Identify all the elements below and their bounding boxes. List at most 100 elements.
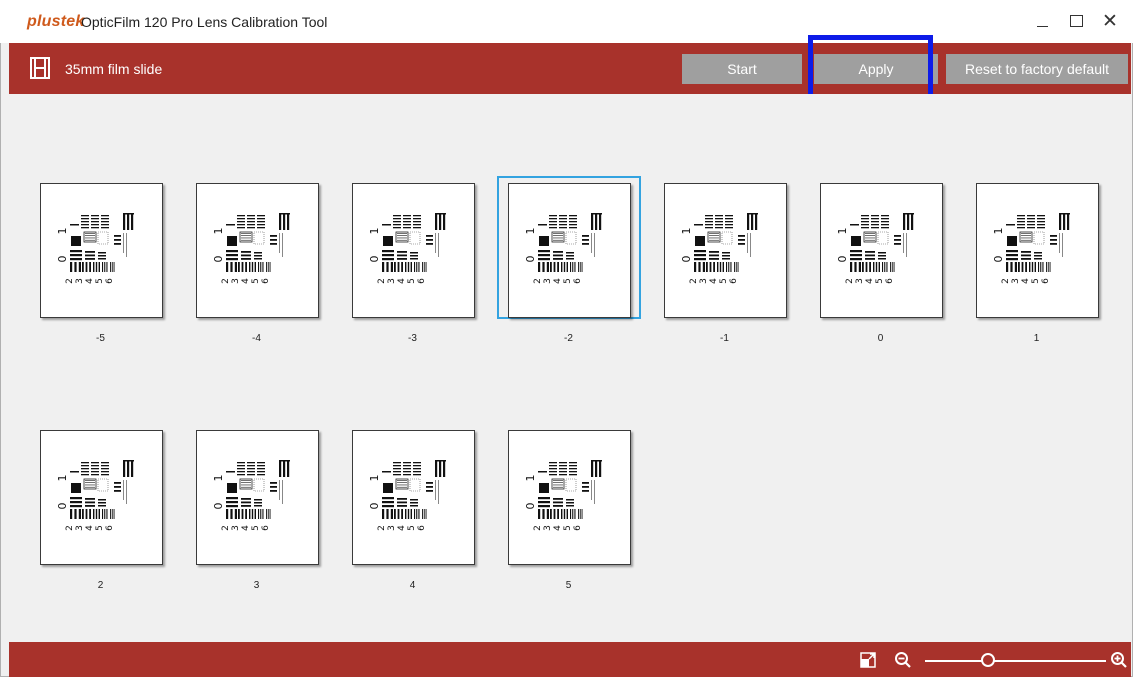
title-bar: plustek OpticFilm 120 Pro Lens Calibrati… bbox=[0, 0, 1133, 43]
svg-text:3: 3 bbox=[75, 278, 85, 284]
svg-text:3: 3 bbox=[231, 278, 241, 284]
resolution-target-image: 1 0 2 3 4 5 6 bbox=[56, 213, 134, 284]
svg-text:2: 2 bbox=[65, 525, 75, 531]
slide-frame: 1 0 23456 bbox=[352, 430, 475, 565]
window-title: OpticFilm 120 Pro Lens Calibration Tool bbox=[81, 14, 328, 30]
thumbnail-item[interactable]: 1 0 2 3 4 5 6 -5 bbox=[39, 180, 181, 344]
thumbnail-item[interactable]: 10234562 bbox=[39, 427, 181, 591]
slide-frame: 1 0 23456 bbox=[196, 430, 319, 565]
zoom-slider-track[interactable] bbox=[925, 660, 1106, 662]
resolution-target: 1 0 23456 bbox=[56, 456, 149, 538]
resolution-target-image: 1 0 2 3 4 5 6 bbox=[836, 213, 914, 284]
svg-text:2: 2 bbox=[689, 278, 699, 284]
svg-text:6: 6 bbox=[105, 278, 115, 284]
svg-text:5: 5 bbox=[563, 525, 573, 531]
zoom-out-icon[interactable] bbox=[894, 651, 912, 669]
svg-text:2: 2 bbox=[533, 278, 543, 284]
zoom-slider-handle[interactable] bbox=[981, 653, 996, 667]
fit-to-window-icon[interactable] bbox=[860, 652, 876, 668]
thumbnail-label: 2 bbox=[97, 580, 104, 591]
svg-text:6: 6 bbox=[105, 525, 115, 531]
svg-text:3: 3 bbox=[699, 278, 709, 284]
svg-text:2: 2 bbox=[845, 278, 855, 284]
thumbnail-item[interactable]: 10234565 bbox=[507, 427, 649, 591]
maximize-icon bbox=[1069, 15, 1083, 27]
resolution-target: 1 0 23456 bbox=[368, 209, 461, 291]
minimize-button[interactable] bbox=[1027, 8, 1057, 34]
thumbnail-item[interactable]: 1 0 2 3 4 5 6 -3 bbox=[351, 180, 493, 344]
thumbnail-item[interactable]: 1 0 23456 0 bbox=[819, 180, 961, 344]
svg-text:5: 5 bbox=[1031, 278, 1041, 284]
thumbnail-item[interactable]: 1 0 2 3 4 5 6 -1 bbox=[663, 180, 805, 344]
slide-frame: 1 0 23456 bbox=[508, 183, 631, 318]
zoom-in-icon[interactable] bbox=[1110, 651, 1128, 669]
thumbnail-label: -5 bbox=[96, 333, 105, 344]
apply-button[interactable]: Apply bbox=[814, 54, 938, 84]
svg-text:3: 3 bbox=[1011, 278, 1021, 284]
svg-text:6: 6 bbox=[729, 278, 739, 284]
svg-text:5: 5 bbox=[407, 278, 417, 284]
thumbnail-item[interactable]: 10234563 bbox=[195, 427, 337, 591]
reset-factory-default-button[interactable]: Reset to factory default bbox=[946, 54, 1128, 84]
resolution-target-image: 1 0 2 3 4 5 6 bbox=[212, 213, 290, 284]
svg-text:4: 4 bbox=[553, 278, 563, 284]
film-type-label: 35mm film slide bbox=[65, 61, 163, 77]
svg-text:1: 1 bbox=[525, 475, 537, 482]
svg-text:2: 2 bbox=[65, 278, 75, 284]
svg-text:1: 1 bbox=[213, 228, 225, 235]
thumbnail-item[interactable]: 1 0 23456 1 bbox=[975, 180, 1117, 344]
svg-text:5: 5 bbox=[563, 278, 573, 284]
svg-text:6: 6 bbox=[417, 525, 427, 531]
close-icon: ✕ bbox=[1102, 9, 1118, 32]
svg-text:6: 6 bbox=[417, 278, 427, 284]
thumbnail-grid: 1 0 2 3 4 5 6 -5 1 0 2 3 4 5 6 -4 1 0 2 3 4 5 6 -3 1 0 2 3 4 5 6 -2 … bbox=[9, 94, 1131, 642]
resolution-target: 1 0 23456 bbox=[56, 209, 149, 291]
svg-text:2: 2 bbox=[377, 525, 387, 531]
resolution-target: 1 0 23456 bbox=[524, 456, 617, 538]
thumbnail-item[interactable]: 1 0 2 3 4 5 6 -4 bbox=[195, 180, 337, 344]
svg-text:6: 6 bbox=[885, 278, 895, 284]
svg-text:4: 4 bbox=[709, 278, 719, 284]
resolution-target: 1 0 23456 bbox=[524, 209, 617, 291]
thumbnail-label: -4 bbox=[252, 333, 261, 344]
svg-text:1: 1 bbox=[369, 475, 381, 482]
svg-text:0: 0 bbox=[57, 256, 69, 263]
svg-text:5: 5 bbox=[251, 278, 261, 284]
slide-frame: 1 0 23456 bbox=[352, 183, 475, 318]
svg-text:4: 4 bbox=[241, 278, 251, 284]
maximize-button[interactable] bbox=[1061, 8, 1091, 34]
svg-text:2: 2 bbox=[221, 525, 231, 531]
svg-text:1: 1 bbox=[525, 228, 537, 235]
thumbnail-label: 3 bbox=[253, 580, 260, 591]
toolbar: 35mm film slide Start Apply Reset to fac… bbox=[9, 43, 1131, 94]
svg-text:4: 4 bbox=[85, 278, 95, 284]
svg-text:0: 0 bbox=[213, 256, 225, 263]
slide-frame: 1 0 23456 bbox=[820, 183, 943, 318]
start-button[interactable]: Start bbox=[682, 54, 802, 84]
thumbnail-label: -3 bbox=[408, 333, 417, 344]
close-button[interactable]: ✕ bbox=[1095, 8, 1125, 34]
svg-text:6: 6 bbox=[261, 278, 271, 284]
resolution-target: 1 0 23456 bbox=[836, 209, 929, 291]
resolution-target: 1 0 23456 bbox=[992, 209, 1085, 291]
thumbnail-item[interactable]: 10234564 bbox=[351, 427, 493, 591]
thumbnail-item-selected[interactable]: 1 0 2 3 4 5 6 -2 bbox=[497, 176, 649, 344]
thumbnail-label: 5 bbox=[565, 580, 572, 591]
slide-frame: 1 0 23456 bbox=[40, 183, 163, 318]
svg-text:4: 4 bbox=[85, 525, 95, 531]
thumbnail-label: -1 bbox=[720, 333, 729, 344]
svg-text:2: 2 bbox=[1001, 278, 1011, 284]
thumbnail-label: 1 bbox=[1033, 333, 1040, 344]
resolution-target: 1 0 23456 bbox=[680, 209, 773, 291]
film-strip-icon bbox=[30, 57, 50, 79]
svg-text:1: 1 bbox=[57, 228, 69, 235]
svg-text:4: 4 bbox=[397, 525, 407, 531]
svg-text:1: 1 bbox=[57, 475, 69, 482]
svg-text:0: 0 bbox=[369, 256, 381, 263]
svg-text:3: 3 bbox=[231, 525, 241, 531]
svg-text:3: 3 bbox=[855, 278, 865, 284]
svg-text:0: 0 bbox=[525, 503, 537, 510]
svg-text:3: 3 bbox=[543, 525, 553, 531]
slide-frame: 1 0 23456 bbox=[508, 430, 631, 565]
svg-text:0: 0 bbox=[993, 256, 1005, 263]
